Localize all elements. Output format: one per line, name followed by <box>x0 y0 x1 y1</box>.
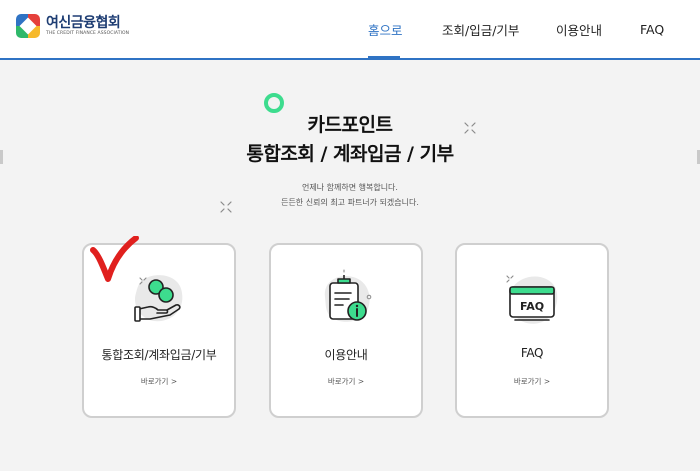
card-go-link[interactable]: 바로가기 > <box>457 376 607 387</box>
nav-home[interactable]: 홈으로 <box>368 0 403 58</box>
nav-inquiry-deposit-donate[interactable]: 조회/입금/기부 <box>442 0 519 58</box>
card-guide[interactable]: 이용안내 바로가기 > <box>269 243 423 418</box>
faq-monitor-icon: FAQ <box>503 269 563 329</box>
card-label: 이용안내 <box>324 348 368 362</box>
card-label: FAQ <box>520 346 544 360</box>
card-go-link[interactable]: 바로가기 > <box>271 376 421 387</box>
mint-ring-decoration <box>264 93 284 113</box>
red-checkmark-annotation <box>90 235 140 284</box>
logo-subtitle: THE CREDIT FINANCE ASSOCIATION <box>46 30 130 36</box>
hero-title-line1: 카드포인트 <box>307 114 393 136</box>
active-nav-underline <box>368 56 400 58</box>
clipboard-info-icon <box>317 269 377 329</box>
hero-title-line2: 통합조회 / 계좌입금 / 기부 <box>246 143 454 165</box>
svg-text:FAQ: FAQ <box>520 300 544 313</box>
site-header: 여신금융협회 THE CREDIT FINANCE ASSOCIATION 홈으… <box>0 0 700 60</box>
hero-title: 카드포인트 통합조회 / 계좌입금 / 기부 <box>0 111 700 169</box>
hero-subtitle-line2: 든든한 신뢰의 최고 파트너가 되겠습니다. <box>281 198 419 207</box>
card-go-link[interactable]: 바로가기 > <box>84 376 234 387</box>
card-faq[interactable]: FAQ FAQ 바로가기 > <box>455 243 609 418</box>
logo-mark-icon <box>16 14 40 38</box>
site-logo[interactable]: 여신금융협회 THE CREDIT FINANCE ASSOCIATION <box>16 14 129 38</box>
nav-faq[interactable]: FAQ <box>640 0 664 58</box>
hero-subtitle: 언제나 함께하면 행복합니다. 든든한 신뢰의 최고 파트너가 되겠습니다. <box>0 180 700 210</box>
logo-title: 여신금융협회 <box>46 14 121 31</box>
hero-subtitle-line1: 언제나 함께하면 행복합니다. <box>302 183 398 192</box>
nav-guide[interactable]: 이용안내 <box>556 0 602 58</box>
card-label: 통합조회/계좌입금/기부 <box>101 348 217 362</box>
